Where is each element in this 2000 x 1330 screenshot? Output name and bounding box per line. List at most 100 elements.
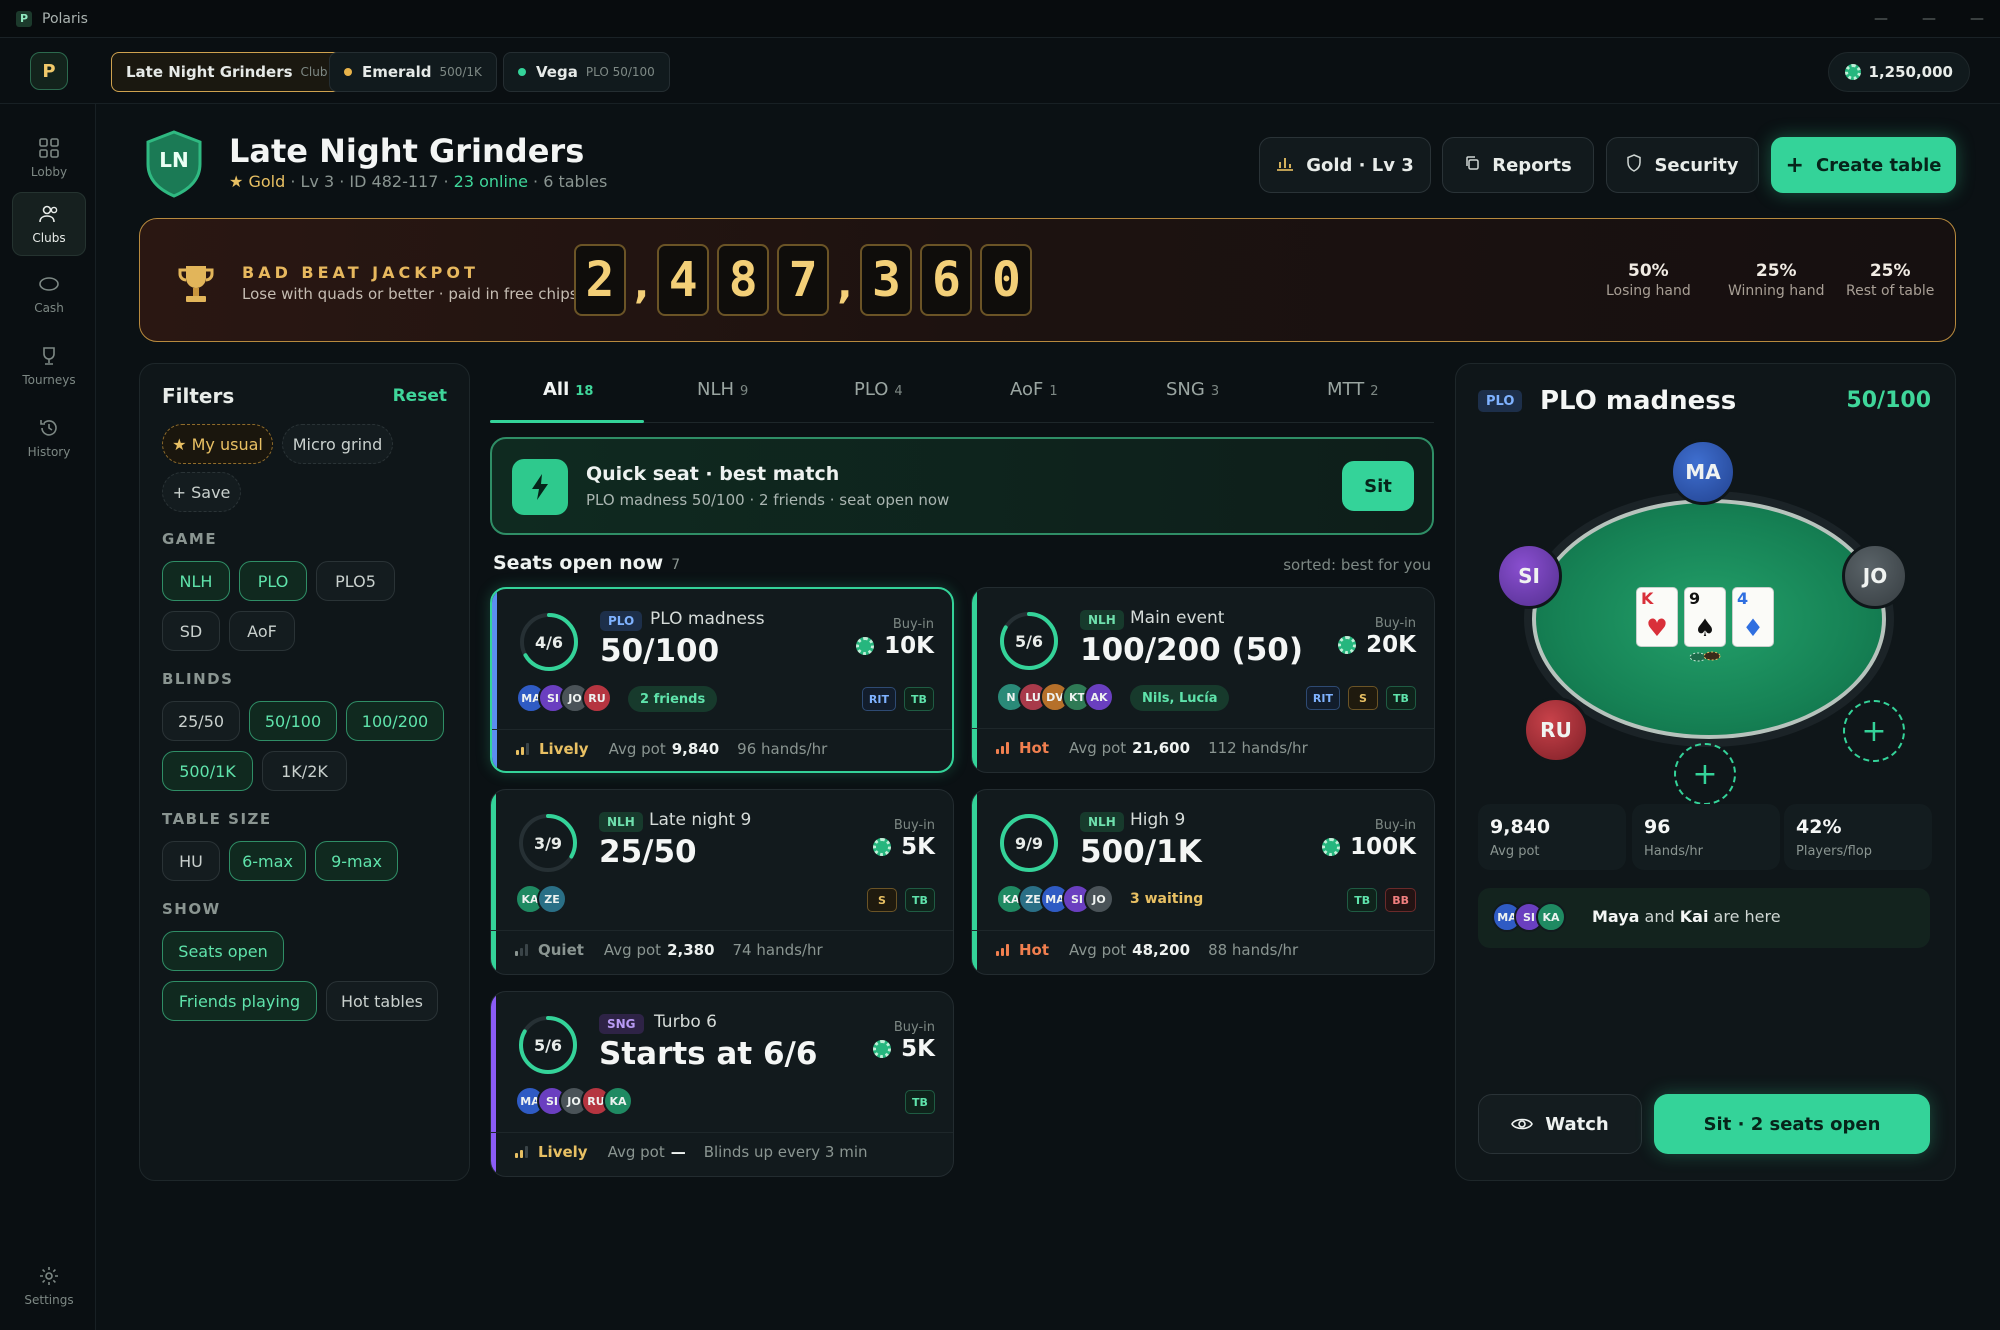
seat-si[interactable]: SI — [1496, 543, 1562, 609]
club-tab-vega[interactable]: Vega PLO 50/100 — [503, 52, 670, 92]
sidebar-item-clubs[interactable]: Clubs — [12, 192, 86, 256]
filter-blinds-100-200[interactable]: 100/200 — [346, 701, 444, 741]
empty-seat-plus-icon[interactable]: + — [1674, 743, 1736, 805]
table-tag: S — [1348, 686, 1378, 710]
filter-blinds-50-100[interactable]: 50/100 — [249, 701, 337, 741]
filter-size-hu[interactable]: HU — [162, 841, 220, 881]
chip-balance[interactable]: 1,250,000 — [1827, 52, 1970, 92]
empty-seat-plus-icon[interactable]: + — [1843, 700, 1905, 762]
tab-aof[interactable]: AoF 1 — [1010, 379, 1058, 400]
table-tag: RIT — [861, 687, 896, 711]
detail-game-tag: PLO — [1478, 390, 1523, 412]
preset-my-usual[interactable]: ★ My usual — [162, 424, 273, 464]
seat-ru[interactable]: RU — [1523, 697, 1589, 763]
reports-button[interactable]: Reports — [1442, 137, 1594, 193]
close-button[interactable]: — — [1954, 0, 2000, 38]
club-tab-late-night-grinders[interactable]: Late Night Grinders Club — [111, 52, 343, 92]
chip-icon — [873, 1040, 892, 1058]
blinds-section-label: BLINDS — [162, 670, 234, 688]
filter-size-9max[interactable]: 9-max — [315, 841, 398, 881]
filter-blinds-500-1k[interactable]: 500/1K — [162, 751, 253, 791]
seat-jo[interactable]: JO — [1842, 543, 1908, 609]
waiting-count: 3 waiting — [1130, 891, 1204, 907]
preset-save-button[interactable]: + Save — [162, 472, 241, 512]
filter-blinds-1k-2k[interactable]: 1K/2K — [262, 751, 347, 791]
seat-ma[interactable]: MA — [1670, 439, 1736, 505]
friend-name: Kai — [1679, 907, 1709, 926]
filter-show-hot-tables[interactable]: Hot tables — [326, 981, 438, 1021]
club-badge-initials: LN — [159, 148, 189, 172]
avatar[interactable]: KA — [1536, 902, 1566, 932]
sidebar-item-history[interactable]: History — [12, 406, 86, 470]
tab-count: 9 — [740, 384, 749, 399]
create-table-button[interactable]: + Create table — [1771, 137, 1956, 193]
table-card[interactable]: 9/9 NLH High 9 500/1K Buy-in 100K KA ZE MA SI JO 3 … — [971, 789, 1435, 975]
friends-pill[interactable]: 2 friends — [628, 686, 718, 712]
player-avatars: MA SI JO RU — [516, 683, 612, 713]
app-logo[interactable]: P — [30, 52, 68, 90]
club-meta: ★ Gold · Lv 3 · ID 482-117 · 23 online ·… — [229, 172, 608, 191]
buyin-value: 20K — [1366, 632, 1416, 658]
table-card[interactable]: 3/9 NLH Late night 9 25/50 Buy-in 5K KA ZE S TB Qu… — [490, 789, 954, 975]
sidebar-item-lobby[interactable]: Lobby — [12, 126, 86, 190]
filter-game-sd[interactable]: SD — [162, 611, 220, 651]
hands-rate: 112 hands/hr — [1208, 739, 1308, 757]
filter-show-seats-open[interactable]: Seats open — [162, 931, 284, 971]
sidebar-item-cash[interactable]: Cash — [12, 262, 86, 326]
detail-stakes: 50/100 — [1846, 388, 1931, 413]
tier-button[interactable]: Gold · Lv 3 — [1259, 137, 1431, 193]
table-card[interactable]: 5/6 NLH Main event 100/200 (50) Buy-in 20K N LU… — [971, 587, 1435, 773]
card-rank: K — [1641, 589, 1654, 608]
status-dot — [344, 68, 352, 76]
sort-label[interactable]: sorted: best for you — [1283, 556, 1431, 574]
security-button[interactable]: Security — [1606, 137, 1759, 193]
preset-micro-grind[interactable]: Micro grind — [282, 424, 393, 464]
detail-table-name: PLO madness — [1540, 386, 1737, 416]
stat-hands-hr: 96 Hands/hr — [1632, 804, 1780, 870]
watch-button[interactable]: Watch — [1478, 1094, 1642, 1154]
club-tab-emerald[interactable]: Emerald 500/1K — [329, 52, 497, 92]
filters-reset-link[interactable]: Reset — [393, 386, 447, 406]
split-pct: 50% — [1628, 261, 1669, 281]
filter-game-nlh[interactable]: NLH — [162, 561, 230, 601]
window-title: Polaris — [42, 10, 88, 27]
table-card[interactable]: 4/6 PLO PLO madness 50/100 Buy-in 10K MA SI JO RU… — [490, 587, 954, 773]
tab-nlh[interactable]: NLH 9 — [697, 379, 748, 400]
table-stakes: 500/1K — [1080, 834, 1202, 870]
tab-plo[interactable]: PLO 4 — [854, 379, 903, 400]
buyin-value: 5K — [901, 1036, 935, 1062]
chip-icon — [1338, 636, 1357, 654]
filter-game-plo5[interactable]: PLO5 — [316, 561, 395, 601]
friends-pill[interactable]: Nils, Lucía — [1130, 685, 1230, 711]
card-suit: ♥ — [1646, 614, 1668, 642]
avatar[interactable]: JO — [1084, 884, 1114, 914]
avg-pot-value: 9,840 — [671, 740, 720, 758]
tab-all[interactable]: All 18 — [543, 379, 593, 400]
split-label: Winning hand — [1728, 283, 1825, 299]
filter-size-6max[interactable]: 6-max — [229, 841, 306, 881]
tab-sng[interactable]: SNG 3 — [1166, 379, 1219, 400]
avatar[interactable]: AK — [1084, 682, 1114, 712]
table-tag: BB — [1385, 888, 1416, 912]
sidebar-item-settings[interactable]: Settings — [12, 1254, 86, 1318]
avatar[interactable]: RU — [582, 683, 612, 713]
quick-seat-sit-button[interactable]: Sit — [1342, 461, 1414, 511]
filter-game-plo[interactable]: PLO — [239, 561, 307, 601]
minimize-button[interactable]: — — [1858, 0, 1904, 38]
sidebar-item-tourneys[interactable]: Tourneys — [12, 334, 86, 398]
filter-blinds-25-50[interactable]: 25/50 — [162, 701, 240, 741]
filter-show-friends-playing[interactable]: Friends playing — [162, 981, 317, 1021]
table-stats: Lively Avg pot — Blinds up every 3 min — [515, 1143, 868, 1161]
sit-button[interactable]: Sit · 2 seats open — [1654, 1094, 1930, 1154]
table-stats: Quiet Avg pot 2,380 74 hands/hr — [515, 941, 823, 959]
maximize-button[interactable]: — — [1906, 0, 1952, 38]
table-card[interactable]: 5/6 SNG Turbo 6 Starts at 6/6 Buy-in 5K MA SI JO… — [490, 991, 954, 1177]
tab-mtt[interactable]: MTT 2 — [1327, 379, 1379, 400]
avatar[interactable]: KA — [603, 1086, 633, 1116]
filter-game-aof[interactable]: AoF — [229, 611, 295, 651]
seats-count: 3/9 — [533, 833, 563, 853]
avatar[interactable]: ZE — [537, 884, 567, 914]
sidebar: Lobby Clubs Cash Tourneys History Settin… — [0, 104, 96, 1330]
tab-label: PLO — [854, 379, 889, 400]
card-divider — [491, 930, 953, 931]
